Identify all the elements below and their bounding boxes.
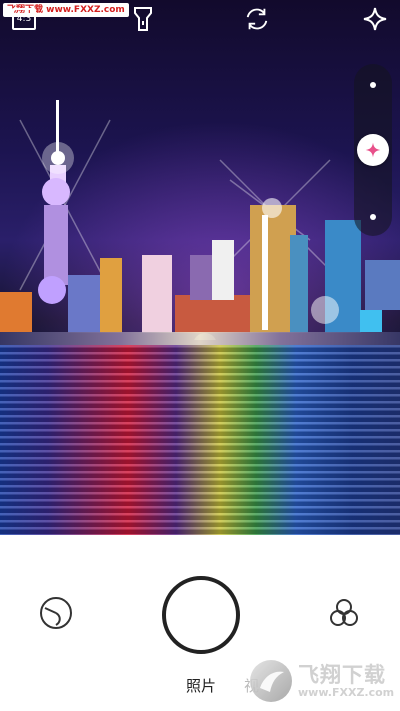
- site-logo-watermark: 飞翔下载 www.FXXZ.com: [250, 658, 394, 704]
- flashlight-icon[interactable]: [130, 6, 156, 32]
- switch-camera-icon[interactable]: [244, 6, 270, 32]
- shutter-button[interactable]: [162, 576, 240, 654]
- slider-top-dot: [370, 82, 376, 88]
- filter-dial-icon[interactable]: [39, 596, 73, 630]
- logo-name: 飞翔下载: [298, 663, 386, 687]
- logo-emblem-icon: [250, 660, 292, 702]
- exposure-slider[interactable]: [354, 64, 392, 236]
- sparkle-icon: [365, 142, 381, 158]
- aspect-ratio-label: 4:3: [16, 14, 32, 24]
- mode-photo-label[interactable]: 照片: [170, 675, 232, 696]
- river-water: [0, 345, 400, 535]
- color-circles-icon[interactable]: [327, 596, 361, 630]
- city-skyline-image: [0, 100, 400, 340]
- aspect-ratio-button[interactable]: 4:3: [12, 8, 36, 30]
- logo-url: www.FXXZ.com: [298, 686, 395, 699]
- slider-bottom-dot: [370, 214, 376, 220]
- slider-knob[interactable]: [357, 134, 389, 166]
- camera-viewfinder[interactable]: [0, 0, 400, 535]
- sparkle-effect-icon[interactable]: [362, 6, 388, 32]
